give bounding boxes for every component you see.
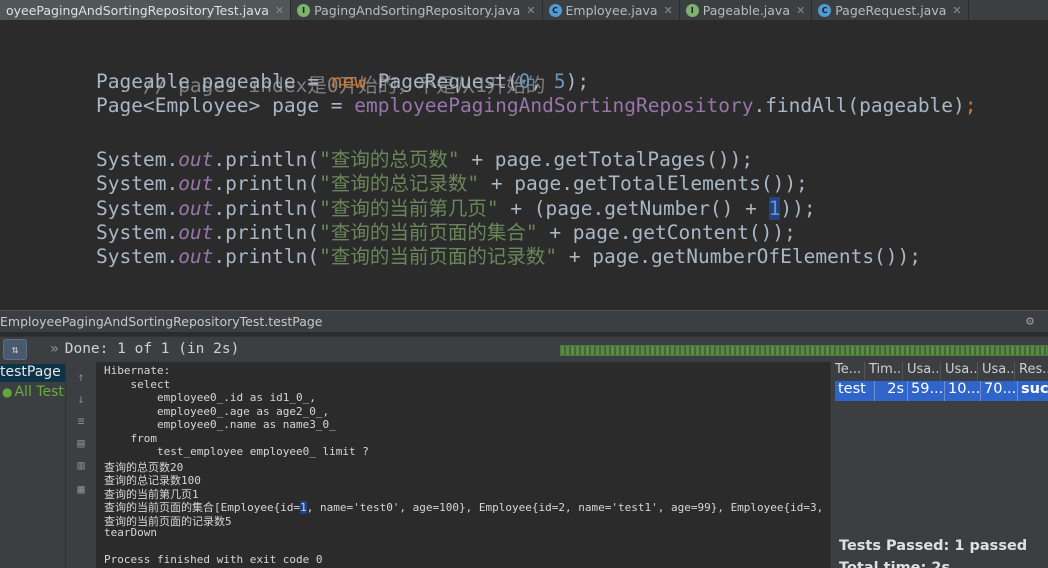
sort-icon: ⇅	[11, 343, 19, 356]
status-text: Done: 1 of 1 (in 2s)	[64, 341, 240, 357]
code-text: .println(	[213, 245, 320, 268]
soft-wrap-icon[interactable]: ≡	[74, 414, 88, 428]
run-toolbar: ⇅ » Done: 1 of 1 (in 2s)	[0, 336, 1048, 362]
trash-icon[interactable]: ▦	[74, 482, 88, 496]
console-line: employee0_.id as id1_0_,	[104, 391, 316, 404]
code-line: System.out.println("查询的当前页面的记录数" + page.…	[96, 240, 921, 269]
close-icon[interactable]: ✕	[952, 4, 961, 17]
tab-employee[interactable]: C Employee.java ✕	[543, 0, 680, 20]
code-keyword: new	[330, 70, 367, 93]
close-icon[interactable]: ✕	[526, 4, 535, 17]
tab-paging-repository[interactable]: I PagingAndSortingRepository.java ✕	[291, 0, 543, 20]
test-tree: testPage ● All Tests	[0, 362, 66, 568]
check-circle-icon: ●	[2, 385, 13, 399]
table-cell: test	[835, 381, 875, 401]
tab-test-file[interactable]: oyeePagingAndSortingRepositoryTest.java …	[0, 0, 292, 20]
code-semicolon: ;	[964, 94, 977, 117]
run-config-title: EmployeePagingAndSortingRepositoryTest.t…	[0, 314, 323, 329]
down-arrow-icon[interactable]: ↓	[74, 392, 88, 406]
up-arrow-icon[interactable]: ↑	[74, 370, 88, 384]
total-time-summary: Total time: 2s	[839, 560, 951, 568]
console-line: employee0_.age as age2_0_,	[104, 404, 330, 418]
console-line: Hibernate:	[104, 364, 171, 377]
interface-icon: I	[297, 4, 311, 17]
test-progress-bar	[560, 345, 1048, 356]
sort-button[interactable]: ⇅	[3, 339, 27, 360]
class-icon: C	[818, 4, 832, 17]
column-header[interactable]: Usa...	[941, 362, 978, 381]
column-header[interactable]: Te...	[831, 362, 865, 381]
table-cell: 2s	[875, 381, 908, 401]
gear-icon[interactable]: ⚙	[1026, 314, 1034, 329]
run-tool-header: EmployeePagingAndSortingRepositoryTest.t…	[0, 310, 1048, 332]
console-text: , name='test0', age=100}, Employee{id=2,…	[306, 501, 829, 514]
editor-tab-bar: oyeePagingAndSortingRepositoryTest.java …	[0, 0, 1048, 21]
code-field: out	[178, 245, 214, 268]
console-line: test_employee employee0_ limit ?	[104, 445, 369, 458]
tab-label: PagingAndSortingRepository.java	[314, 3, 521, 18]
code-text: ,	[530, 70, 554, 93]
class-icon: C	[548, 4, 562, 17]
tab-label: PageRequest.java	[835, 3, 947, 18]
code-text: PageRequest(	[366, 70, 519, 93]
code-string: "查询的当前页面的记录数"	[319, 245, 558, 268]
tab-label: oyeePagingAndSortingRepositoryTest.java	[6, 3, 269, 18]
print-icon[interactable]: ▥	[74, 458, 88, 472]
interface-icon: I	[685, 4, 699, 17]
code-text: );	[565, 70, 590, 93]
results-header: Te... Tim... Usa... Usa... Usa... Res...	[831, 362, 1048, 381]
close-icon[interactable]: ✕	[664, 4, 673, 17]
console-line: employee0_.name as name3_0_	[104, 418, 336, 431]
code-line: Pageable pageable = new PageRequest(0, 5…	[96, 70, 589, 93]
test-status: » Done: 1 of 1 (in 2s)	[50, 341, 239, 357]
chevron-right-icon: »	[50, 341, 59, 357]
code-text: + page.getNumberOfElements());	[557, 245, 922, 268]
tree-item-label: All Tests	[14, 384, 66, 400]
code-line: Page<Employee> page = employeePagingAndS…	[96, 94, 977, 117]
column-header[interactable]: Res...	[1015, 362, 1048, 381]
tree-item-all-tests[interactable]: ● All Tests	[2, 384, 66, 400]
close-icon[interactable]: ✕	[796, 4, 805, 17]
column-header[interactable]: Usa...	[978, 362, 1015, 381]
tab-pageable[interactable]: I Pageable.java ✕	[680, 0, 813, 20]
column-header[interactable]: Usa...	[903, 362, 941, 381]
tab-page-request[interactable]: C PageRequest.java ✕	[812, 0, 969, 20]
code-text: .findAll(pageable)	[753, 94, 965, 117]
column-header[interactable]: Tim...	[865, 362, 903, 381]
close-icon[interactable]: ✕	[275, 4, 284, 17]
code-text: Pageable pageable =	[96, 70, 331, 93]
tab-label: Employee.java	[565, 3, 658, 18]
tab-label: Pageable.java	[702, 3, 790, 18]
code-editor[interactable]: // page: index是0开始的，不是从1开始的 Pageable pag…	[0, 22, 1048, 308]
table-row[interactable]: test 2s 59... 10... 70... suc	[835, 381, 1048, 401]
tests-passed-summary: Tests Passed: 1 passed	[839, 538, 1028, 554]
table-cell: suc	[1018, 381, 1048, 401]
code-text: System.	[96, 245, 179, 268]
code-text: Page<Employee> page =	[96, 94, 355, 117]
console-output[interactable]: Hibernate: select employee0_.id as id1_0…	[96, 362, 829, 568]
code-number: 5	[553, 70, 566, 93]
code-field: employeePagingAndSortingRepository	[354, 94, 754, 117]
console-line: Process finished with exit code 0	[104, 553, 323, 566]
console-highlight: 1	[300, 501, 307, 514]
console-line: from	[104, 431, 157, 445]
test-results-panel: Te... Tim... Usa... Usa... Usa... Res...…	[830, 362, 1048, 568]
code-number: 0	[518, 70, 531, 93]
table-cell: 70...	[981, 381, 1018, 401]
table-cell: 59...	[908, 381, 945, 401]
table-cell: 10...	[945, 381, 981, 401]
tree-item-testpage[interactable]: testPage	[0, 364, 65, 382]
console-line: tearDown	[104, 526, 157, 539]
console-line: select	[104, 377, 171, 391]
console-tool-strip: ↑ ↓ ≡ ▤ ▥ ▦	[66, 362, 96, 568]
scroll-to-end-icon[interactable]: ▤	[74, 436, 88, 450]
